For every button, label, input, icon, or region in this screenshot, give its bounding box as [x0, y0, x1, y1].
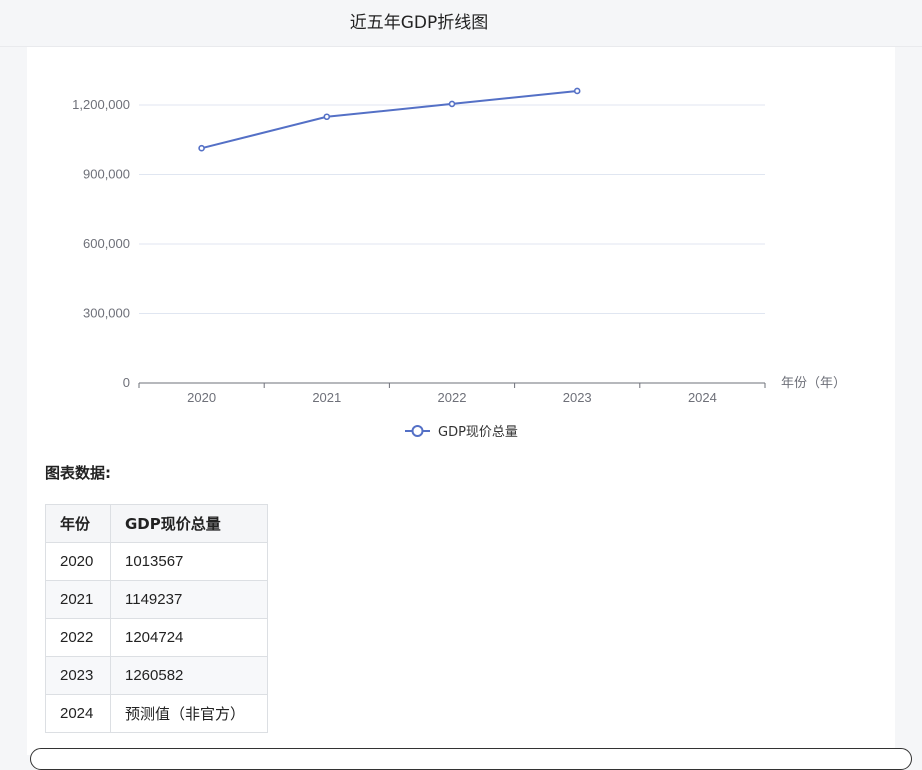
x-axis: 2020 2021 2022 2023 2024 年份（年）: [138, 376, 846, 405]
legend-marker-icon: [411, 425, 424, 437]
y-tick-label: 900,000: [83, 167, 130, 182]
header-year: 年份: [45, 504, 111, 543]
x-tick-label: 2024: [688, 390, 717, 405]
x-axis-title: 年份（年）: [781, 376, 846, 391]
chat-input-box[interactable]: [30, 748, 912, 770]
page-title: 近五年GDP折线图: [349, 13, 489, 33]
y-tick-label: 600,000: [83, 236, 130, 251]
data-point: [198, 144, 205, 152]
cell-year: 2024: [45, 694, 111, 733]
table-row: 2020 1013567: [45, 542, 268, 581]
x-tick-label: 2023: [563, 390, 592, 405]
cell-gdp: 1260582: [110, 656, 268, 695]
x-tick-label: 2021: [312, 390, 341, 405]
y-tick-label: 0: [123, 375, 130, 390]
line-chart: 0 300,000 600,000 900,000 1,200,000 2020 2021…: [72, 87, 846, 440]
cell-gdp: 1013567: [110, 542, 268, 581]
data-point: [448, 100, 456, 108]
data-table: 年份 GDP现价总量 2020 1013567 2021 1149237 202…: [45, 504, 268, 733]
cell-year: 2021: [45, 580, 111, 619]
cell-gdp: 1149237: [110, 580, 268, 619]
cell-year: 2020: [45, 542, 111, 581]
table-header-row: 年份 GDP现价总量: [45, 504, 268, 543]
table-row: 2024 预测值（非官方）: [45, 694, 268, 733]
data-point: [573, 87, 581, 95]
x-tick-label: 2022: [438, 390, 467, 405]
cell-gdp: 预测值（非官方）: [110, 694, 268, 733]
y-tick-label: 300,000: [83, 306, 130, 321]
header-gdp: GDP现价总量: [110, 504, 268, 543]
chart-legend: GDP现价总量: [405, 425, 518, 440]
x-tick-label: 2020: [187, 390, 216, 405]
chart-series: [198, 87, 581, 152]
y-tick-label: 1,200,000: [72, 97, 130, 112]
table-row: 2021 1149237: [45, 580, 268, 619]
cell-year: 2023: [45, 656, 111, 695]
chart-gridlines: [139, 104, 765, 314]
data-point: [323, 113, 331, 121]
table-row: 2023 1260582: [45, 656, 268, 695]
y-axis-ticks: 0 300,000 600,000 900,000 1,200,000: [72, 97, 130, 390]
series-line: [201, 89, 578, 150]
legend-label: GDP现价总量: [438, 425, 518, 440]
cell-gdp: 1204724: [110, 618, 268, 657]
table-row: 2022 1204724: [45, 618, 268, 657]
data-section-label: 图表数据:: [45, 464, 111, 482]
cell-year: 2022: [45, 618, 111, 657]
